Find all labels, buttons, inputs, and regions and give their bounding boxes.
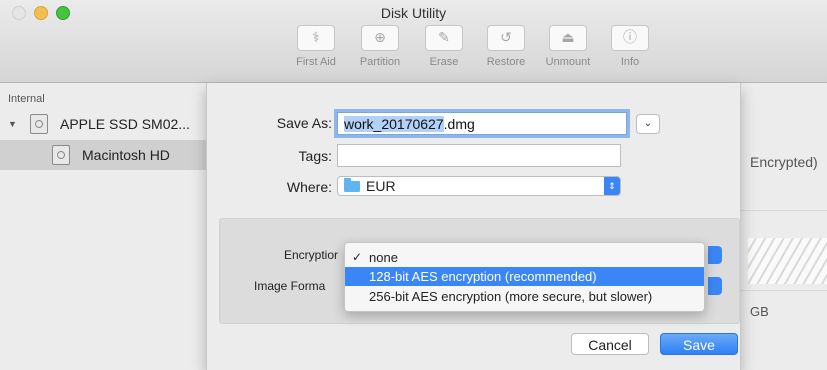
image-format-popup-stepper[interactable] [708, 277, 722, 295]
erase-label: Erase [429, 56, 459, 68]
chevron-down-icon: ⌄ [643, 118, 653, 129]
detail-divider [739, 210, 827, 211]
disclosure-triangle-icon[interactable]: ▼ [8, 119, 18, 129]
sidebar-item-disk[interactable]: ▼ APPLE SSD SM02... [0, 109, 206, 139]
sidebar: Internal ▼ APPLE SSD SM02... Macintosh H… [0, 83, 206, 370]
sidebar-item-volume[interactable]: Macintosh HD [0, 140, 206, 170]
erase-icon: ✎ [425, 25, 463, 51]
volume-format-note: Encrypted) [750, 154, 818, 170]
encryption-option-128[interactable]: 128-bit AES encryption (recommended) [345, 267, 704, 286]
encryption-option-none[interactable]: ✓ none [345, 248, 704, 267]
first-aid-label: First Aid [296, 56, 336, 68]
encryption-option-label: 256-bit AES encryption (more secure, but… [369, 289, 653, 304]
unmount-button[interactable]: ⏏ Unmount [541, 25, 595, 68]
sidebar-disk-label: APPLE SSD SM02... [60, 116, 190, 132]
checkmark-icon: ✓ [352, 250, 363, 264]
sidebar-volume-label: Macintosh HD [82, 147, 170, 163]
encryption-option-label: none [369, 250, 398, 265]
eject-icon: ⏏ [549, 25, 587, 51]
where-popup[interactable]: EUR ⇕ [337, 176, 621, 196]
partition-icon: ⊕ [361, 25, 399, 51]
popup-stepper-icon: ⇕ [604, 177, 620, 195]
info-button[interactable]: ⓘ Info [603, 25, 657, 68]
encryption-option-label: 128-bit AES encryption (recommended) [369, 269, 597, 284]
encryption-label: Encryptior [284, 248, 339, 262]
encryption-menu: ✓ none 128-bit AES encryption (recommend… [344, 242, 705, 312]
where-value: EUR [366, 178, 396, 194]
image-format-label: Image Forma [254, 279, 326, 293]
detail-divider [739, 290, 827, 291]
restore-button[interactable]: ↺ Restore [479, 25, 533, 68]
save-as-field[interactable]: work_20170627 .dmg [337, 112, 627, 135]
first-aid-button[interactable]: ⚕ First Aid [289, 25, 343, 68]
expand-sheet-button[interactable]: ⌄ [636, 114, 660, 134]
folder-icon [344, 177, 360, 192]
window-title: Disk Utility [380, 5, 447, 21]
encryption-option-256[interactable]: 256-bit AES encryption (more secure, but… [345, 287, 704, 306]
save-as-label: Save As: [276, 115, 332, 131]
where-label: Where: [286, 179, 332, 195]
info-label: Info [620, 56, 640, 68]
hard-disk-icon [30, 114, 48, 134]
usage-bar [748, 238, 827, 284]
save-as-extension: .dmg [443, 115, 475, 132]
tags-label: Tags: [298, 148, 332, 164]
stethoscope-icon: ⚕ [297, 25, 335, 51]
restore-icon: ↺ [487, 25, 525, 51]
save-image-sheet: Save As: work_20170627 .dmg ⌄ Tags: Where… [206, 83, 741, 370]
volume-icon [52, 145, 70, 165]
save-as-selected-text: work_20170627 [344, 115, 444, 132]
erase-button[interactable]: ✎ Erase [417, 25, 471, 68]
save-button[interactable]: Save [660, 333, 738, 355]
partition-label: Partition [359, 56, 401, 68]
unmount-label: Unmount [545, 56, 591, 68]
cancel-button[interactable]: Cancel [571, 333, 649, 355]
detail-pane [739, 83, 827, 370]
sidebar-heading-internal: Internal [8, 93, 45, 105]
capacity-note: GB [750, 304, 769, 319]
window-titlebar: Disk Utility ⚕ First Aid ⊕ Partition ✎ E… [0, 0, 827, 83]
partition-button[interactable]: ⊕ Partition [353, 25, 407, 68]
tags-field[interactable] [337, 144, 621, 167]
info-icon: ⓘ [611, 25, 649, 51]
restore-label: Restore [486, 56, 526, 68]
encryption-popup-stepper[interactable] [708, 246, 722, 264]
